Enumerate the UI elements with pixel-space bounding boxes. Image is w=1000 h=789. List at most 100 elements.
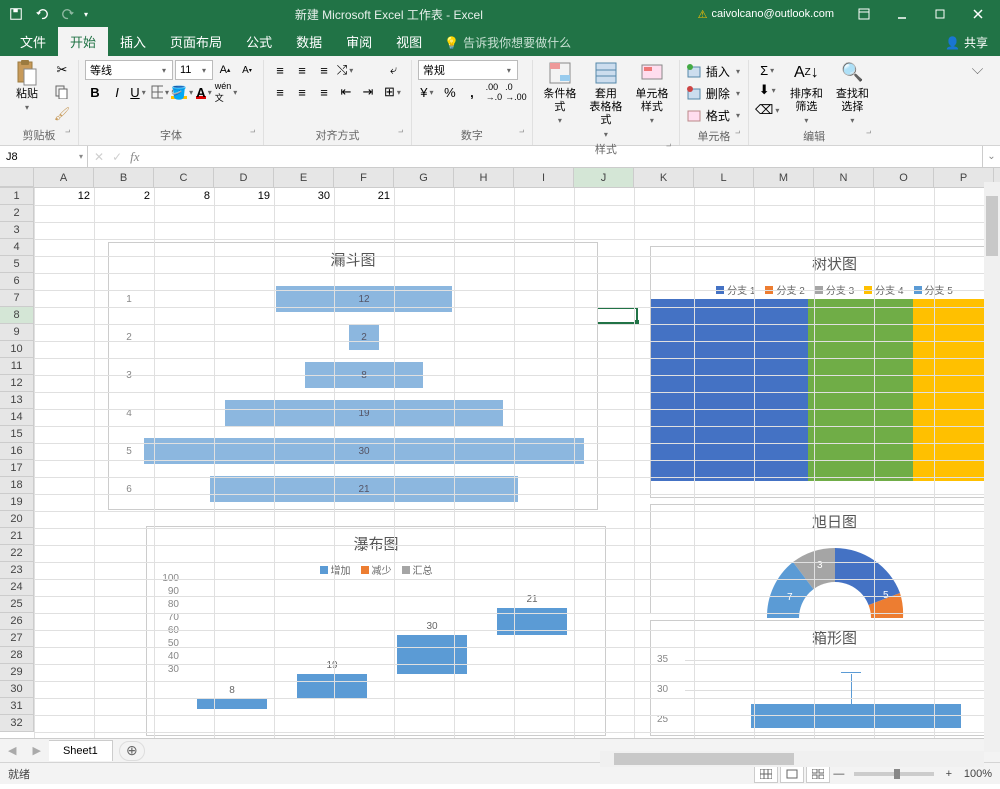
sheet-nav-prev-button[interactable]: ◀ — [0, 744, 24, 757]
column-header[interactable]: E — [274, 168, 334, 187]
delete-cells-button[interactable]: 删除▾ — [686, 82, 742, 104]
tab-layout[interactable]: 页面布局 — [158, 27, 234, 56]
save-button[interactable] — [4, 3, 28, 25]
row-header[interactable]: 11 — [0, 358, 34, 375]
sheet-nav-next-button[interactable]: ▶ — [24, 744, 48, 757]
qat-dropdown-icon[interactable]: ▾ — [82, 10, 90, 19]
tab-data[interactable]: 数据 — [284, 27, 334, 56]
row-header[interactable]: 26 — [0, 613, 34, 630]
decrease-indent-button[interactable]: ⇤ — [336, 82, 356, 102]
row-header[interactable]: 15 — [0, 426, 34, 443]
align-top-button[interactable]: ≡ — [270, 60, 290, 80]
insert-cells-button[interactable]: 插入▾ — [686, 60, 742, 82]
row-header[interactable]: 24 — [0, 579, 34, 596]
row-header[interactable]: 3 — [0, 222, 34, 239]
cells-canvas[interactable]: 漏斗图 1122238419530621 瀑布图 增加减少汇总 30405060… — [34, 188, 1000, 738]
format-painter-button[interactable]: 🖌 — [52, 104, 72, 124]
tab-view[interactable]: 视图 — [384, 27, 434, 56]
new-sheet-button[interactable]: ⊕ — [119, 741, 145, 761]
column-header[interactable]: O — [874, 168, 934, 187]
percent-format-button[interactable]: % — [440, 82, 460, 102]
accounting-format-button[interactable]: ¥▾ — [418, 82, 438, 102]
zoom-out-button[interactable]: — — [832, 768, 846, 780]
row-header[interactable]: 22 — [0, 545, 34, 562]
row-header[interactable]: 19 — [0, 494, 34, 511]
row-header[interactable]: 6 — [0, 273, 34, 290]
sunburst-chart[interactable]: 旭日图 5 3 7 — [650, 504, 1000, 614]
close-button[interactable] — [960, 0, 996, 28]
copy-button[interactable] — [52, 82, 72, 102]
increase-decimal-button[interactable]: .00→.0 — [484, 82, 504, 102]
row-header[interactable]: 13 — [0, 392, 34, 409]
boxplot-chart[interactable]: 箱形图 35 30 25 — [650, 620, 1000, 736]
column-header[interactable]: J — [574, 168, 634, 187]
fill-color-button[interactable]: 🪣▾ — [173, 82, 193, 102]
cell[interactable]: 19 — [214, 188, 274, 205]
row-header[interactable]: 18 — [0, 477, 34, 494]
ribbon-display-button[interactable] — [846, 0, 882, 28]
decrease-font-button[interactable]: A▾ — [237, 60, 257, 80]
underline-button[interactable]: U▾ — [129, 82, 149, 102]
row-header[interactable]: 29 — [0, 664, 34, 681]
cell[interactable]: 2 — [94, 188, 154, 205]
column-header[interactable]: L — [694, 168, 754, 187]
row-header[interactable]: 12 — [0, 375, 34, 392]
maximize-button[interactable] — [922, 0, 958, 28]
conditional-format-button[interactable]: 条件格式▾ — [539, 60, 581, 126]
comma-format-button[interactable]: , — [462, 82, 482, 102]
font-color-button[interactable]: A▾ — [195, 82, 215, 102]
align-bottom-button[interactable]: ≡ — [314, 60, 334, 80]
column-header[interactable]: M — [754, 168, 814, 187]
increase-font-button[interactable]: A▴ — [215, 60, 235, 80]
align-center-button[interactable]: ≡ — [292, 82, 312, 102]
row-header[interactable]: 5 — [0, 256, 34, 273]
row-header[interactable]: 28 — [0, 647, 34, 664]
undo-button[interactable] — [30, 3, 54, 25]
tab-review[interactable]: 审阅 — [334, 27, 384, 56]
zoom-in-button[interactable]: + — [942, 768, 956, 780]
row-header[interactable]: 23 — [0, 562, 34, 579]
fill-button[interactable]: ⬇▾ — [755, 80, 781, 100]
row-header[interactable]: 2 — [0, 205, 34, 222]
format-cells-button[interactable]: 格式▾ — [686, 104, 742, 126]
sort-filter-button[interactable]: AZ↓排序和筛选▾ — [785, 60, 827, 126]
align-right-button[interactable]: ≡ — [314, 82, 334, 102]
row-header[interactable]: 21 — [0, 528, 34, 545]
funnel-chart[interactable]: 漏斗图 1122238419530621 — [108, 242, 598, 510]
cell[interactable]: 12 — [34, 188, 94, 205]
tab-insert[interactable]: 插入 — [108, 27, 158, 56]
row-header[interactable]: 1 — [0, 188, 34, 205]
expand-formula-button[interactable]: ⌄ — [982, 146, 1000, 167]
number-format-dropdown[interactable]: 常规▾ — [418, 60, 518, 80]
row-header[interactable]: 7 — [0, 290, 34, 307]
tab-home[interactable]: 开始 — [58, 27, 108, 56]
font-size-dropdown[interactable]: 11▾ — [175, 60, 213, 80]
tab-formula[interactable]: 公式 — [234, 27, 284, 56]
row-header[interactable]: 9 — [0, 324, 34, 341]
table-format-button[interactable]: 套用 表格格式▾ — [585, 60, 627, 139]
column-header[interactable]: I — [514, 168, 574, 187]
worksheet[interactable]: ABCDEFGHIJKLMNOP 12345678910111213141516… — [0, 168, 1000, 738]
column-header[interactable]: G — [394, 168, 454, 187]
clear-button[interactable]: ⌫▾ — [755, 100, 781, 120]
enter-formula-button[interactable]: ✓ — [112, 150, 122, 164]
user-account[interactable]: ⚠ caivolcano@outlook.com — [688, 4, 844, 25]
row-header[interactable]: 32 — [0, 715, 34, 732]
horizontal-scrollbar[interactable] — [600, 751, 984, 767]
column-header[interactable]: F — [334, 168, 394, 187]
row-header[interactable]: 14 — [0, 409, 34, 426]
select-all-corner[interactable] — [0, 168, 34, 187]
column-header[interactable]: C — [154, 168, 214, 187]
font-name-dropdown[interactable]: 等线▾ — [85, 60, 173, 80]
tab-file[interactable]: 文件 — [8, 27, 58, 56]
merge-center-button[interactable]: ⊞▾ — [382, 82, 405, 102]
align-left-button[interactable]: ≡ — [270, 82, 290, 102]
paste-button[interactable]: 粘贴 ▾ — [6, 60, 48, 113]
row-header[interactable]: 16 — [0, 443, 34, 460]
row-header[interactable]: 17 — [0, 460, 34, 477]
wrap-text-button[interactable]: ⤶ — [382, 60, 405, 80]
name-box[interactable]: J8 — [0, 146, 88, 167]
vertical-scrollbar[interactable] — [984, 182, 1000, 752]
find-select-button[interactable]: 🔍查找和选择▾ — [831, 60, 873, 126]
tell-me-search[interactable]: 💡 告诉我你想要做什么 — [434, 29, 581, 56]
